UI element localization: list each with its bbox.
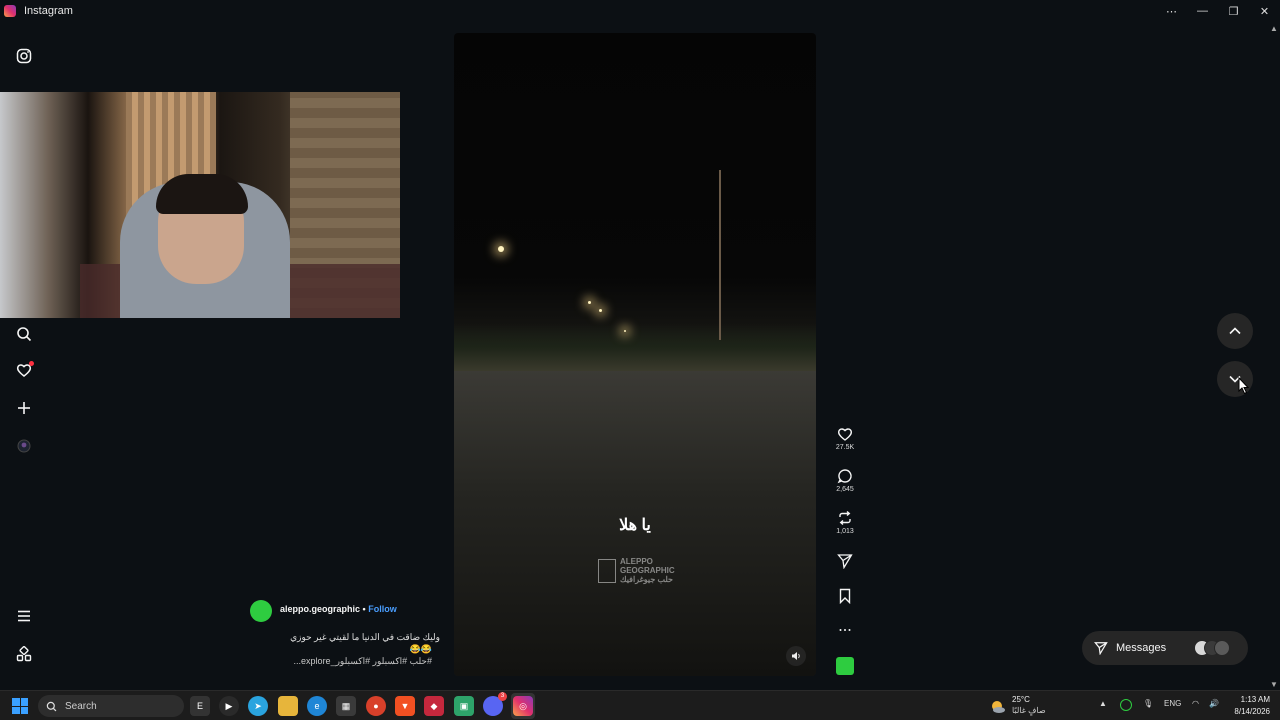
taskbar-search-label: Search [65, 700, 97, 712]
mouse-cursor-icon [1238, 377, 1250, 395]
discord-badge: 3 [498, 692, 507, 701]
moon-cloud-icon [992, 701, 1005, 713]
show-hidden-icons-button[interactable]: ▲ [1099, 699, 1107, 708]
comment-count: 2,645 [836, 486, 854, 493]
create-plus-icon[interactable] [14, 398, 34, 418]
restore-button[interactable]: ❐ [1218, 0, 1249, 22]
chevron-up-icon [1229, 327, 1241, 335]
video-watermark: ALEPPO GEOGRAPHIC حلب جيوغرافيك [598, 557, 678, 584]
repost-count: 1,013 [836, 528, 854, 535]
notifications-heart-icon[interactable] [14, 360, 34, 380]
post-author-avatar[interactable] [250, 600, 272, 622]
taskbar: Search E ▶ ➤ e ▦ ● ▼ ◆ ▣ 3 ◎ 25°C صافٍ غ… [0, 690, 1280, 720]
scrollbar[interactable]: ▲ ▼ [1268, 22, 1280, 690]
close-button[interactable]: ✕ [1249, 0, 1280, 22]
heart-icon [837, 428, 853, 441]
system-clock[interactable]: 1:13 AM 8/14/2026 [1234, 694, 1270, 718]
scroll-down-arrow[interactable]: ▼ [1270, 680, 1278, 689]
mute-button[interactable] [786, 646, 806, 666]
file-explorer-icon[interactable] [278, 696, 298, 716]
game-app-icon[interactable]: ▣ [454, 696, 474, 716]
video-street-lamp [498, 246, 504, 252]
minimize-button[interactable]: — [1187, 0, 1218, 22]
post-author-username[interactable]: aleppo.geographic [280, 604, 360, 614]
scroll-up-arrow[interactable]: ▲ [1270, 24, 1278, 33]
anydesk-icon[interactable]: ◆ [424, 696, 444, 716]
profile-avatar[interactable] [14, 436, 34, 456]
telegram-icon[interactable]: ➤ [248, 696, 268, 716]
taskbar-search[interactable]: Search [38, 695, 184, 717]
save-action[interactable] [828, 588, 862, 604]
instagram-taskbar-icon[interactable]: ◎ [513, 696, 533, 716]
webcam-overlay [0, 92, 400, 318]
video-street-lamp [588, 301, 591, 304]
more-options-action[interactable] [828, 622, 862, 638]
separator-dot: • [362, 604, 366, 614]
window-title: Instagram [24, 5, 73, 17]
discord-icon[interactable]: 3 [483, 692, 507, 716]
weather-widget[interactable]: 25°C صافٍ غالبًا [990, 695, 1060, 719]
reel-video[interactable]: يا هلا ALEPPO GEOGRAPHIC حلب جيوغرافيك [454, 33, 816, 676]
media-player-icon[interactable]: ▶ [219, 696, 239, 716]
menu-icon[interactable] [14, 606, 34, 626]
notification-dot [29, 361, 34, 366]
search-icon [46, 701, 57, 711]
share-action[interactable] [828, 553, 862, 569]
speaker-icon [792, 652, 800, 660]
language-indicator[interactable]: ENG [1164, 699, 1181, 708]
comment-action[interactable]: 2,645 [828, 468, 862, 493]
weather-description: صافٍ غالبًا [1012, 706, 1046, 715]
instagram-logo-icon[interactable] [14, 46, 34, 66]
video-street-lamp [599, 309, 602, 312]
post-caption-hashtags[interactable]: #حلب #اكسبلور #اكسبلور_explore... [294, 656, 432, 667]
audio-avatar[interactable] [836, 657, 854, 675]
watermark-logo-icon [598, 559, 616, 583]
post-caption-emoji: 😂😂 [409, 644, 432, 654]
microphone-icon[interactable]: 🎙 [1143, 699, 1153, 708]
instagram-app-icon [4, 5, 16, 17]
microsoft-store-icon[interactable]: ▦ [336, 696, 356, 716]
window-controls: ⋯ — ❐ ✕ [1156, 0, 1280, 22]
video-street-pole [719, 170, 721, 340]
repost-icon [839, 510, 851, 526]
more-apps-icon[interactable] [14, 644, 34, 664]
windows-start-icon[interactable] [12, 698, 28, 714]
volume-icon[interactable]: 🔊 [1209, 699, 1219, 708]
previous-reel-button[interactable] [1217, 313, 1253, 349]
message-avatars [1194, 640, 1230, 656]
message-avatar [1214, 640, 1230, 656]
like-count: 27.5K [835, 444, 855, 451]
chrome-icon[interactable]: ● [366, 696, 386, 716]
direct-message-icon [1094, 642, 1108, 655]
video-caption-overlay: يا هلا [619, 517, 651, 534]
clock-time: 1:13 AM [1240, 695, 1270, 704]
watermark-line: GEOGRAPHIC [620, 566, 675, 575]
more-options-button[interactable]: ⋯ [1156, 0, 1187, 22]
share-icon [837, 554, 853, 569]
messages-button[interactable]: Messages [1082, 631, 1248, 665]
watermark-line: ALEPPO [620, 557, 653, 566]
title-bar: Instagram ⋯ — ❐ ✕ [0, 0, 1280, 22]
video-street-lamp [624, 330, 626, 332]
clock-date: 8/14/2026 [1234, 707, 1270, 716]
person-hair-image [156, 174, 248, 214]
wifi-icon[interactable]: ◠ [1192, 699, 1199, 708]
edge-browser-icon[interactable]: e [307, 696, 327, 716]
search-icon[interactable] [14, 324, 34, 344]
weather-temperature: 25°C [1012, 695, 1030, 704]
like-action[interactable]: 27.5K [828, 426, 862, 451]
messages-label: Messages [1116, 642, 1167, 654]
repost-action[interactable]: 1,013 [828, 510, 862, 535]
brave-browser-icon[interactable]: ▼ [395, 696, 415, 716]
bookmark-icon [839, 588, 851, 604]
comment-icon [837, 469, 852, 484]
follow-button[interactable]: Follow [368, 604, 397, 614]
post-author-line: aleppo.geographic • Follow [280, 604, 397, 614]
post-caption-line: وليك ضاقت في الدنيا ما لقيتي غير حوزي [290, 632, 440, 642]
epic-games-icon[interactable]: E [190, 696, 210, 716]
watermark-line: حلب جيوغرافيك [620, 575, 673, 584]
ellipsis-icon [839, 629, 851, 631]
sync-icon[interactable] [1120, 699, 1132, 711]
